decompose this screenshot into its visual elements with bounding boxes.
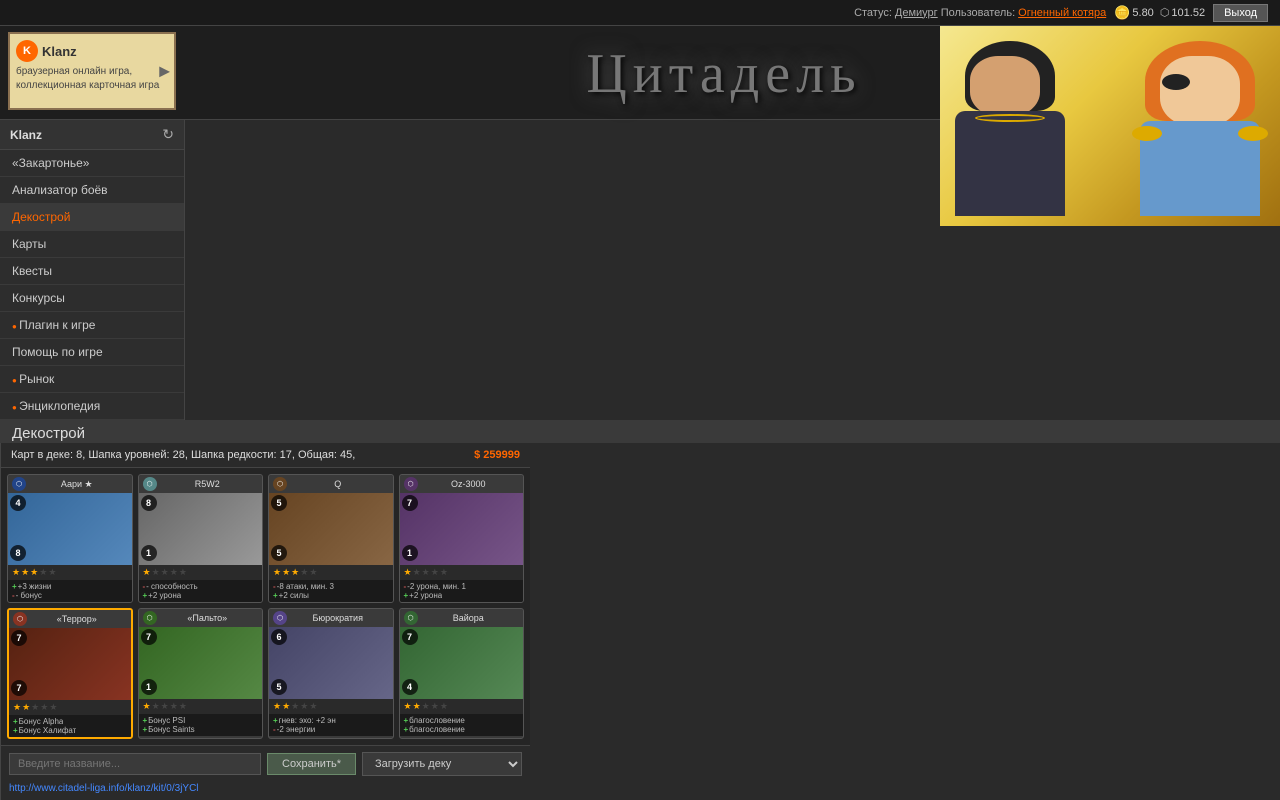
coins-amount: 5.80 — [1132, 7, 1153, 19]
score-icon: ⬡ — [1160, 6, 1170, 19]
status-label: Статус: — [854, 7, 892, 19]
sidebar-username: Klanz — [10, 128, 42, 142]
coin-icon: 🪙 — [1114, 5, 1130, 21]
deck-stats-text: Карт в деке: 8, Шапка уровней: 28, Шапка… — [11, 449, 355, 461]
refresh-icon[interactable]: ↻ — [162, 126, 174, 143]
sidebar-item-quests[interactable]: Квесты — [0, 258, 184, 285]
sidebar-item-analyzer[interactable]: Анализатор боёв — [0, 177, 184, 204]
deck-money: $ 259999 — [474, 449, 520, 461]
deck-card[interactable]: ⬡ Oz-3000 7 1 ★★★★★ --2 урона, мин. 1++2… — [399, 474, 525, 603]
deck-card[interactable]: ⬡ «Пальто» 7 1 ★★★★★ +Бонус PSI+Бонус Sa… — [138, 608, 264, 739]
deck-card[interactable]: ⬡ Бюрократия 6 5 ★★★★★ +гнев: эхо: +2 эн… — [268, 608, 394, 739]
deck-card[interactable]: ⬡ Q 5 5 ★★★★★ --8 атаки, мин. 3++2 силы — [268, 474, 394, 603]
sidebar-item-zakartonie[interactable]: «Закартонье» — [0, 150, 184, 177]
save-deck-button[interactable]: Сохранить* — [267, 753, 356, 775]
role-link[interactable]: Демиург — [895, 7, 938, 19]
sidebar-item-plugin[interactable]: ● Плагин к игре — [0, 312, 184, 339]
deck-controls: Сохранить* Загрузить деку http://www.cit… — [1, 745, 530, 800]
sidebar-item-contests[interactable]: Конкурсы — [0, 285, 184, 312]
deck-card[interactable]: ⬡ Аари ★ 4 8 ★★★★★ ++3 жизни-- бонус — [7, 474, 133, 603]
character-art — [940, 26, 1280, 226]
deck-name-input[interactable] — [9, 753, 261, 775]
sidebar-item-help[interactable]: Помощь по игре — [0, 339, 184, 366]
sidebar-item-deckbuild[interactable]: Декострой — [0, 204, 184, 231]
klanz-arrow: ▶ — [159, 63, 170, 80]
left-content: Декострой Фабрика С учетом карт Персонал… — [0, 420, 1280, 443]
citadel-logo: Цитадель — [586, 42, 861, 106]
klanz-box: K Klanz ▶ браузерная онлайн игра, коллек… — [8, 32, 176, 110]
deck-card[interactable]: ⬡ Вайора 7 4 ★★★★★ +благословение+благос… — [399, 608, 525, 739]
deck-card[interactable]: ⬡ R5W2 8 1 ★★★★★ -- способность++2 урона — [138, 474, 264, 603]
page-title: Декострой — [12, 425, 85, 442]
sidebar-user-section: Klanz ↻ — [0, 120, 184, 150]
page-title-bar: Декострой — [0, 420, 1280, 443]
deck-url-link[interactable]: http://www.citadel-liga.info/klanz/kit/0… — [9, 783, 199, 794]
klanz-logo-icon: K — [16, 40, 38, 62]
sidebar-item-cards[interactable]: Карты — [0, 231, 184, 258]
score-amount: 101.52 — [1171, 7, 1205, 19]
logout-button[interactable]: Выход — [1213, 4, 1268, 22]
klanz-name: Klanz — [42, 44, 77, 59]
klanz-description: браузерная онлайн игра, коллекционная ка… — [16, 65, 168, 93]
deck-stats-bar: Карт в деке: 8, Шапка уровней: 28, Шапка… — [1, 443, 530, 468]
right-panel: Карт в деке: 8, Шапка уровней: 28, Шапка… — [0, 443, 530, 800]
sidebar-item-market[interactable]: ● Рынок — [0, 366, 184, 393]
deck-card[interactable]: ⬡ «Террор» 7 7 ★★★★★ +Бонус Alpha+Бонус … — [7, 608, 133, 739]
username-link[interactable]: Огненный котяра — [1018, 7, 1106, 19]
user-label: Пользователь: — [941, 7, 1015, 19]
sidebar: Klanz ↻ «Закартонье» Анализатор боёв Дек… — [0, 120, 185, 420]
deck-cards-area: ⬡ Аари ★ 4 8 ★★★★★ ++3 жизни-- бонус ⬡ R… — [1, 468, 530, 745]
load-deck-select[interactable]: Загрузить деку — [362, 752, 522, 776]
sidebar-item-encyclopedia[interactable]: ● Энциклопедия — [0, 393, 184, 420]
